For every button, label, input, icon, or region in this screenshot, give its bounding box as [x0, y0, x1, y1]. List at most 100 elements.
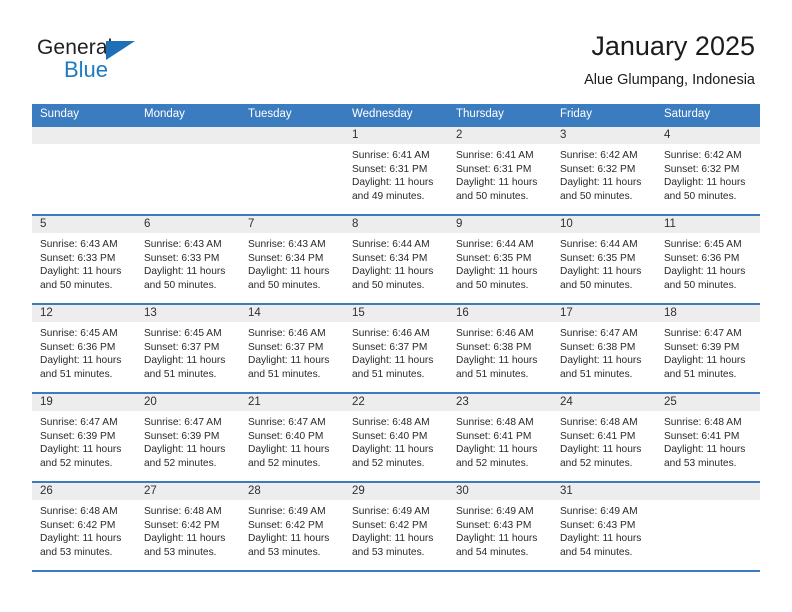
- day-cell[interactable]: 26 Sunrise: 6:48 AM Sunset: 6:42 PM Dayl…: [32, 483, 136, 570]
- sunset-text: Sunset: 6:42 PM: [248, 519, 324, 531]
- sunrise-text: Sunrise: 6:45 AM: [40, 328, 118, 339]
- sunset-text: Sunset: 6:35 PM: [456, 252, 532, 264]
- sunset-text: Sunset: 6:42 PM: [144, 519, 220, 531]
- weekday-wednesday: Wednesday: [352, 108, 413, 120]
- day-cell[interactable]: 17 Sunrise: 6:47 AM Sunset: 6:38 PM Dayl…: [552, 305, 656, 392]
- day-cell[interactable]: 14 Sunrise: 6:46 AM Sunset: 6:37 PM Dayl…: [240, 305, 344, 392]
- day-cell[interactable]: 24 Sunrise: 6:48 AM Sunset: 6:41 PM Dayl…: [552, 394, 656, 481]
- sunrise-text: Sunrise: 6:47 AM: [248, 417, 326, 428]
- day-cell[interactable]: 29 Sunrise: 6:49 AM Sunset: 6:42 PM Dayl…: [344, 483, 448, 570]
- sunrise-text: Sunrise: 6:49 AM: [248, 506, 326, 517]
- sunset-text: Sunset: 6:33 PM: [40, 252, 116, 264]
- day-number: 17: [560, 307, 573, 319]
- daylight-text-line1: Daylight: 11 hours: [664, 177, 746, 189]
- day-cell[interactable]: 27 Sunrise: 6:48 AM Sunset: 6:42 PM Dayl…: [136, 483, 240, 570]
- day-cell[interactable]: [240, 127, 344, 214]
- sunrise-text: Sunrise: 6:48 AM: [456, 417, 534, 428]
- day-number: 31: [560, 485, 573, 497]
- day-cell[interactable]: 6 Sunrise: 6:43 AM Sunset: 6:33 PM Dayli…: [136, 216, 240, 303]
- sunrise-text: Sunrise: 6:43 AM: [40, 239, 118, 250]
- day-cell[interactable]: 10 Sunrise: 6:44 AM Sunset: 6:35 PM Dayl…: [552, 216, 656, 303]
- day-number: 30: [456, 485, 469, 497]
- daylight-text-line2: and 50 minutes.: [456, 190, 529, 202]
- day-cell[interactable]: 19 Sunrise: 6:47 AM Sunset: 6:39 PM Dayl…: [32, 394, 136, 481]
- day-details: Sunrise: 6:43 AM Sunset: 6:33 PM Dayligh…: [32, 233, 136, 292]
- day-details: Sunrise: 6:47 AM Sunset: 6:38 PM Dayligh…: [552, 322, 656, 381]
- day-number: 16: [456, 307, 469, 319]
- day-number: 11: [664, 218, 676, 230]
- weekday-header-row: Sunday Monday Tuesday Wednesday Thursday…: [32, 104, 760, 125]
- day-cell[interactable]: 13 Sunrise: 6:45 AM Sunset: 6:37 PM Dayl…: [136, 305, 240, 392]
- day-cell[interactable]: 21 Sunrise: 6:47 AM Sunset: 6:40 PM Dayl…: [240, 394, 344, 481]
- daylight-text-line2: and 52 minutes.: [144, 457, 217, 469]
- day-details: Sunrise: 6:46 AM Sunset: 6:38 PM Dayligh…: [448, 322, 552, 381]
- day-cell[interactable]: [32, 127, 136, 214]
- day-cell[interactable]: 16 Sunrise: 6:46 AM Sunset: 6:38 PM Dayl…: [448, 305, 552, 392]
- day-cell[interactable]: 20 Sunrise: 6:47 AM Sunset: 6:39 PM Dayl…: [136, 394, 240, 481]
- day-cell[interactable]: 8 Sunrise: 6:44 AM Sunset: 6:34 PM Dayli…: [344, 216, 448, 303]
- day-number-band: 2: [448, 127, 552, 144]
- daylight-text-line2: and 53 minutes.: [352, 546, 425, 558]
- day-cell[interactable]: 23 Sunrise: 6:48 AM Sunset: 6:41 PM Dayl…: [448, 394, 552, 481]
- daylight-text-line2: and 52 minutes.: [248, 457, 321, 469]
- day-cell[interactable]: [656, 483, 760, 570]
- day-number: 12: [40, 307, 53, 319]
- day-number-band: 3: [552, 127, 656, 144]
- day-details: Sunrise: 6:48 AM Sunset: 6:40 PM Dayligh…: [344, 411, 448, 470]
- day-number-band: 4: [656, 127, 760, 144]
- daylight-text-line2: and 53 minutes.: [40, 546, 113, 558]
- day-cell[interactable]: 25 Sunrise: 6:48 AM Sunset: 6:41 PM Dayl…: [656, 394, 760, 481]
- day-cell[interactable]: 1 Sunrise: 6:41 AM Sunset: 6:31 PM Dayli…: [344, 127, 448, 214]
- day-number: 28: [248, 485, 261, 497]
- day-number-band: 24: [552, 394, 656, 411]
- day-cell[interactable]: 11 Sunrise: 6:45 AM Sunset: 6:36 PM Dayl…: [656, 216, 760, 303]
- day-number-band: 27: [136, 483, 240, 500]
- day-number-band: 29: [344, 483, 448, 500]
- day-cell[interactable]: 5 Sunrise: 6:43 AM Sunset: 6:33 PM Dayli…: [32, 216, 136, 303]
- day-number-band: 9: [448, 216, 552, 233]
- day-number: 24: [560, 396, 573, 408]
- day-number-band: 28: [240, 483, 344, 500]
- day-details: Sunrise: 6:42 AM Sunset: 6:32 PM Dayligh…: [656, 144, 760, 203]
- day-cell[interactable]: 18 Sunrise: 6:47 AM Sunset: 6:39 PM Dayl…: [656, 305, 760, 392]
- daylight-text-line1: Daylight: 11 hours: [144, 533, 226, 545]
- day-cell[interactable]: 31 Sunrise: 6:49 AM Sunset: 6:43 PM Dayl…: [552, 483, 656, 570]
- daylight-text-line1: Daylight: 11 hours: [456, 266, 538, 278]
- sunset-text: Sunset: 6:43 PM: [560, 519, 636, 531]
- day-number-band: 23: [448, 394, 552, 411]
- day-details: Sunrise: 6:41 AM Sunset: 6:31 PM Dayligh…: [344, 144, 448, 203]
- weekday-monday: Monday: [144, 108, 185, 120]
- day-details: Sunrise: 6:45 AM Sunset: 6:36 PM Dayligh…: [32, 322, 136, 381]
- daylight-text-line2: and 53 minutes.: [144, 546, 217, 558]
- day-cell[interactable]: 9 Sunrise: 6:44 AM Sunset: 6:35 PM Dayli…: [448, 216, 552, 303]
- daylight-text-line2: and 50 minutes.: [456, 279, 529, 291]
- day-cell[interactable]: [136, 127, 240, 214]
- day-number-band: 6: [136, 216, 240, 233]
- flag-triangle-icon: [106, 41, 135, 60]
- daylight-text-line1: Daylight: 11 hours: [144, 444, 226, 456]
- day-details: Sunrise: 6:42 AM Sunset: 6:32 PM Dayligh…: [552, 144, 656, 203]
- day-details: Sunrise: 6:47 AM Sunset: 6:39 PM Dayligh…: [32, 411, 136, 470]
- day-cell[interactable]: 3 Sunrise: 6:42 AM Sunset: 6:32 PM Dayli…: [552, 127, 656, 214]
- day-cell[interactable]: 2 Sunrise: 6:41 AM Sunset: 6:31 PM Dayli…: [448, 127, 552, 214]
- day-cell[interactable]: 4 Sunrise: 6:42 AM Sunset: 6:32 PM Dayli…: [656, 127, 760, 214]
- day-cell[interactable]: 22 Sunrise: 6:48 AM Sunset: 6:40 PM Dayl…: [344, 394, 448, 481]
- day-cell[interactable]: 15 Sunrise: 6:46 AM Sunset: 6:37 PM Dayl…: [344, 305, 448, 392]
- day-number: 3: [560, 129, 567, 141]
- sunset-text: Sunset: 6:39 PM: [40, 430, 116, 442]
- daylight-text-line2: and 50 minutes.: [352, 279, 425, 291]
- sunset-text: Sunset: 6:37 PM: [144, 341, 220, 353]
- sunrise-text: Sunrise: 6:47 AM: [144, 417, 222, 428]
- day-cell[interactable]: 28 Sunrise: 6:49 AM Sunset: 6:42 PM Dayl…: [240, 483, 344, 570]
- weekday-thursday: Thursday: [456, 108, 504, 120]
- day-cell[interactable]: 7 Sunrise: 6:43 AM Sunset: 6:34 PM Dayli…: [240, 216, 344, 303]
- daylight-text-line1: Daylight: 11 hours: [352, 266, 434, 278]
- daylight-text-line2: and 50 minutes.: [40, 279, 113, 291]
- sunset-text: Sunset: 6:38 PM: [560, 341, 636, 353]
- sunrise-text: Sunrise: 6:47 AM: [560, 328, 638, 339]
- day-number-band: [136, 127, 240, 144]
- day-number-band: [656, 483, 760, 500]
- day-cell[interactable]: 30 Sunrise: 6:49 AM Sunset: 6:43 PM Dayl…: [448, 483, 552, 570]
- day-cell[interactable]: 12 Sunrise: 6:45 AM Sunset: 6:36 PM Dayl…: [32, 305, 136, 392]
- week-row: 1 Sunrise: 6:41 AM Sunset: 6:31 PM Dayli…: [32, 125, 760, 214]
